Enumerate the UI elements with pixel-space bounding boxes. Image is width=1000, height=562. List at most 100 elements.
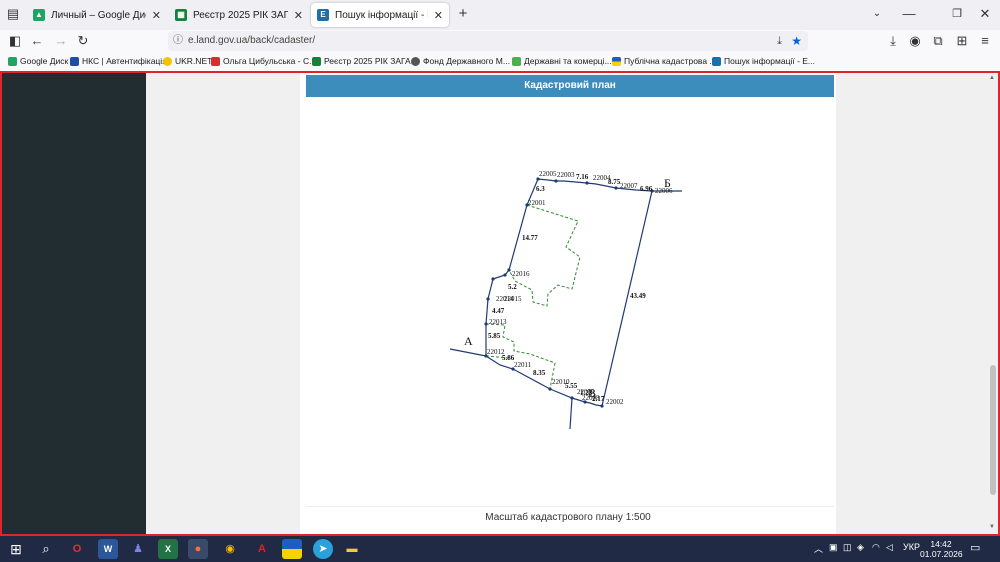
new-tab-icon[interactable]: +: [454, 5, 472, 23]
minimize-icon[interactable]: —: [900, 5, 918, 23]
length-label: 5.85: [488, 332, 501, 340]
parcel-boundary: [449, 178, 682, 430]
bookmark-ukrnet[interactable]: UKR.NET: [163, 54, 212, 69]
tab-e-services[interactable]: E Пошук інформації - Е-сервіси ✕: [311, 3, 449, 27]
account-icon[interactable]: ◉: [906, 32, 924, 50]
bookmark-fund[interactable]: Фонд Державного М...: [411, 54, 510, 69]
wifi-icon[interactable]: ◠: [872, 542, 880, 553]
bookmarks-bar: Google Диск НКС | Автентифікація UKR.NET…: [0, 52, 1000, 71]
point-label: 22003: [557, 171, 575, 179]
neighbour-letter-b: Б: [664, 176, 671, 190]
close-window-icon[interactable]: ✕: [976, 5, 994, 23]
volume-icon[interactable]: ◁: [886, 542, 893, 553]
bookmark-nks[interactable]: НКС | Автентифікація: [70, 54, 167, 69]
downloads-icon[interactable]: ⤓: [884, 32, 902, 50]
word-icon[interactable]: W: [98, 539, 118, 559]
sheets-icon: ▦: [175, 9, 187, 21]
bookmark-e-services[interactable]: Пошук інформації - Е...: [712, 54, 815, 69]
notifications-badge-icon[interactable]: ⊞: [953, 32, 971, 50]
tab-registry[interactable]: ▦ Реєстр 2025 РІК ЗАГАЛЬНИЙ ✕: [169, 3, 309, 27]
point-label: 22007: [620, 182, 638, 190]
telegram-icon[interactable]: ➤: [313, 539, 333, 559]
length-label: 8.75: [608, 178, 621, 186]
divider: [306, 506, 834, 507]
forward-icon[interactable]: →: [52, 32, 70, 50]
point-label: 22002: [606, 398, 624, 406]
download-page-icon[interactable]: ⤓: [777, 31, 782, 51]
bookmark-google-drive[interactable]: Google Диск: [8, 54, 68, 69]
sidebar-toggle-icon[interactable]: ◧: [6, 32, 24, 50]
close-icon[interactable]: ✕: [294, 9, 303, 22]
site-info-icon[interactable]: ⓘ: [173, 31, 183, 51]
length-label: 5.2: [508, 283, 517, 291]
clock-time: 14:42: [930, 539, 952, 549]
puzzle-icon: [512, 57, 521, 66]
length-label: 6.3: [536, 185, 545, 193]
bookmark-star-icon[interactable]: ★: [791, 31, 802, 51]
length-label: 4.47: [492, 307, 505, 315]
main-content: Кадастровий план 22005 22003 22004 22007…: [146, 73, 988, 534]
scrollbar[interactable]: ▲ ▼: [988, 73, 998, 534]
chevron-down-icon[interactable]: ⌄: [868, 5, 886, 23]
google-drive-icon: [8, 57, 17, 66]
restore-icon[interactable]: ❐: [948, 5, 966, 23]
length-label: 5.86: [502, 354, 515, 362]
nav-toolbar: ◧ ← → ↻ ⓘ e.land.gov.ua/back/cadaster/ ⤓…: [0, 30, 1000, 52]
scroll-up-icon[interactable]: ▲: [989, 75, 995, 81]
tab-title: Пошук інформації - Е-сервіси: [335, 9, 428, 21]
reload-icon[interactable]: ↻: [74, 32, 92, 50]
opera-icon[interactable]: O: [67, 539, 87, 559]
point-label: 22011: [514, 361, 532, 369]
menu-icon[interactable]: ≡: [976, 32, 994, 50]
extensions-icon[interactable]: ⧉: [929, 32, 947, 50]
ua-app-icon[interactable]: [282, 539, 302, 559]
point-label: 22005: [539, 170, 557, 178]
page-viewport: Кадастровий план 22005 22003 22004 22007…: [0, 71, 1000, 536]
tab-list-icon[interactable]: ▤: [4, 5, 22, 23]
excel-icon[interactable]: X: [158, 539, 178, 559]
bookmark-registry[interactable]: Реєстр 2025 РІК ЗАГА...: [312, 54, 418, 69]
neighbour-letter-v: В: [588, 386, 596, 400]
length-label: 43.49: [630, 292, 646, 300]
url-bar[interactable]: ⓘ e.land.gov.ua/back/cadaster/ ⤓ ★: [168, 31, 808, 51]
file-explorer-icon[interactable]: ▬: [342, 539, 362, 559]
length-label: 14.77: [522, 234, 538, 242]
back-icon[interactable]: ←: [28, 32, 46, 50]
firefox-icon[interactable]: ●: [188, 539, 208, 559]
tab-title: Личный – Google Диск: [51, 9, 146, 21]
close-icon[interactable]: ✕: [434, 9, 443, 22]
e-services-icon: E: [317, 9, 329, 21]
close-icon[interactable]: ✕: [152, 9, 161, 22]
windows-start-icon[interactable]: ⊞: [6, 539, 26, 559]
notifications-icon[interactable]: ▭: [970, 541, 980, 554]
scroll-down-icon[interactable]: ▼: [989, 524, 995, 530]
card-title: Кадастровий план: [306, 75, 834, 97]
tray-icon[interactable]: ◈: [857, 542, 864, 553]
neighbour-letter-a: А: [464, 334, 473, 348]
chrome-icon[interactable]: ◉: [220, 539, 240, 559]
bookmark-olga[interactable]: Ольга Цибульська - С...: [211, 54, 316, 69]
ua-flag-icon: [612, 57, 621, 66]
left-sidebar: [2, 73, 146, 534]
bookmark-state-commercial[interactable]: Державні та комерці...: [512, 54, 612, 69]
sheets-icon: [312, 57, 321, 66]
tab-google-drive[interactable]: ▲ Личный – Google Диск ✕: [27, 3, 167, 27]
search-icon[interactable]: ⌕: [36, 539, 56, 559]
acrobat-icon[interactable]: A: [252, 539, 272, 559]
teams-icon[interactable]: ♟: [128, 539, 148, 559]
plan-scale: Масштаб кадастрового плану 1:500: [485, 512, 651, 523]
bookmark-cadastral-map[interactable]: Публічна кадастрова ...: [612, 54, 717, 69]
tray-icon[interactable]: ▣: [829, 542, 838, 553]
trident-icon: [70, 57, 79, 66]
clock[interactable]: 14:42 01.07.2026: [920, 539, 963, 559]
tray-expand-icon[interactable]: ︿: [814, 542, 823, 555]
language-indicator[interactable]: УКР: [903, 542, 920, 552]
scroll-thumb[interactable]: [990, 365, 996, 495]
ukrnet-icon: [163, 57, 172, 66]
google-drive-icon: ▲: [33, 9, 45, 21]
length-label: 8.35: [533, 369, 546, 377]
url-text: e.land.gov.ua/back/cadaster/: [188, 35, 316, 46]
length-label: 6.96: [640, 185, 653, 193]
point-label: 22001: [528, 199, 546, 207]
tray-icon[interactable]: ◫: [843, 542, 852, 553]
